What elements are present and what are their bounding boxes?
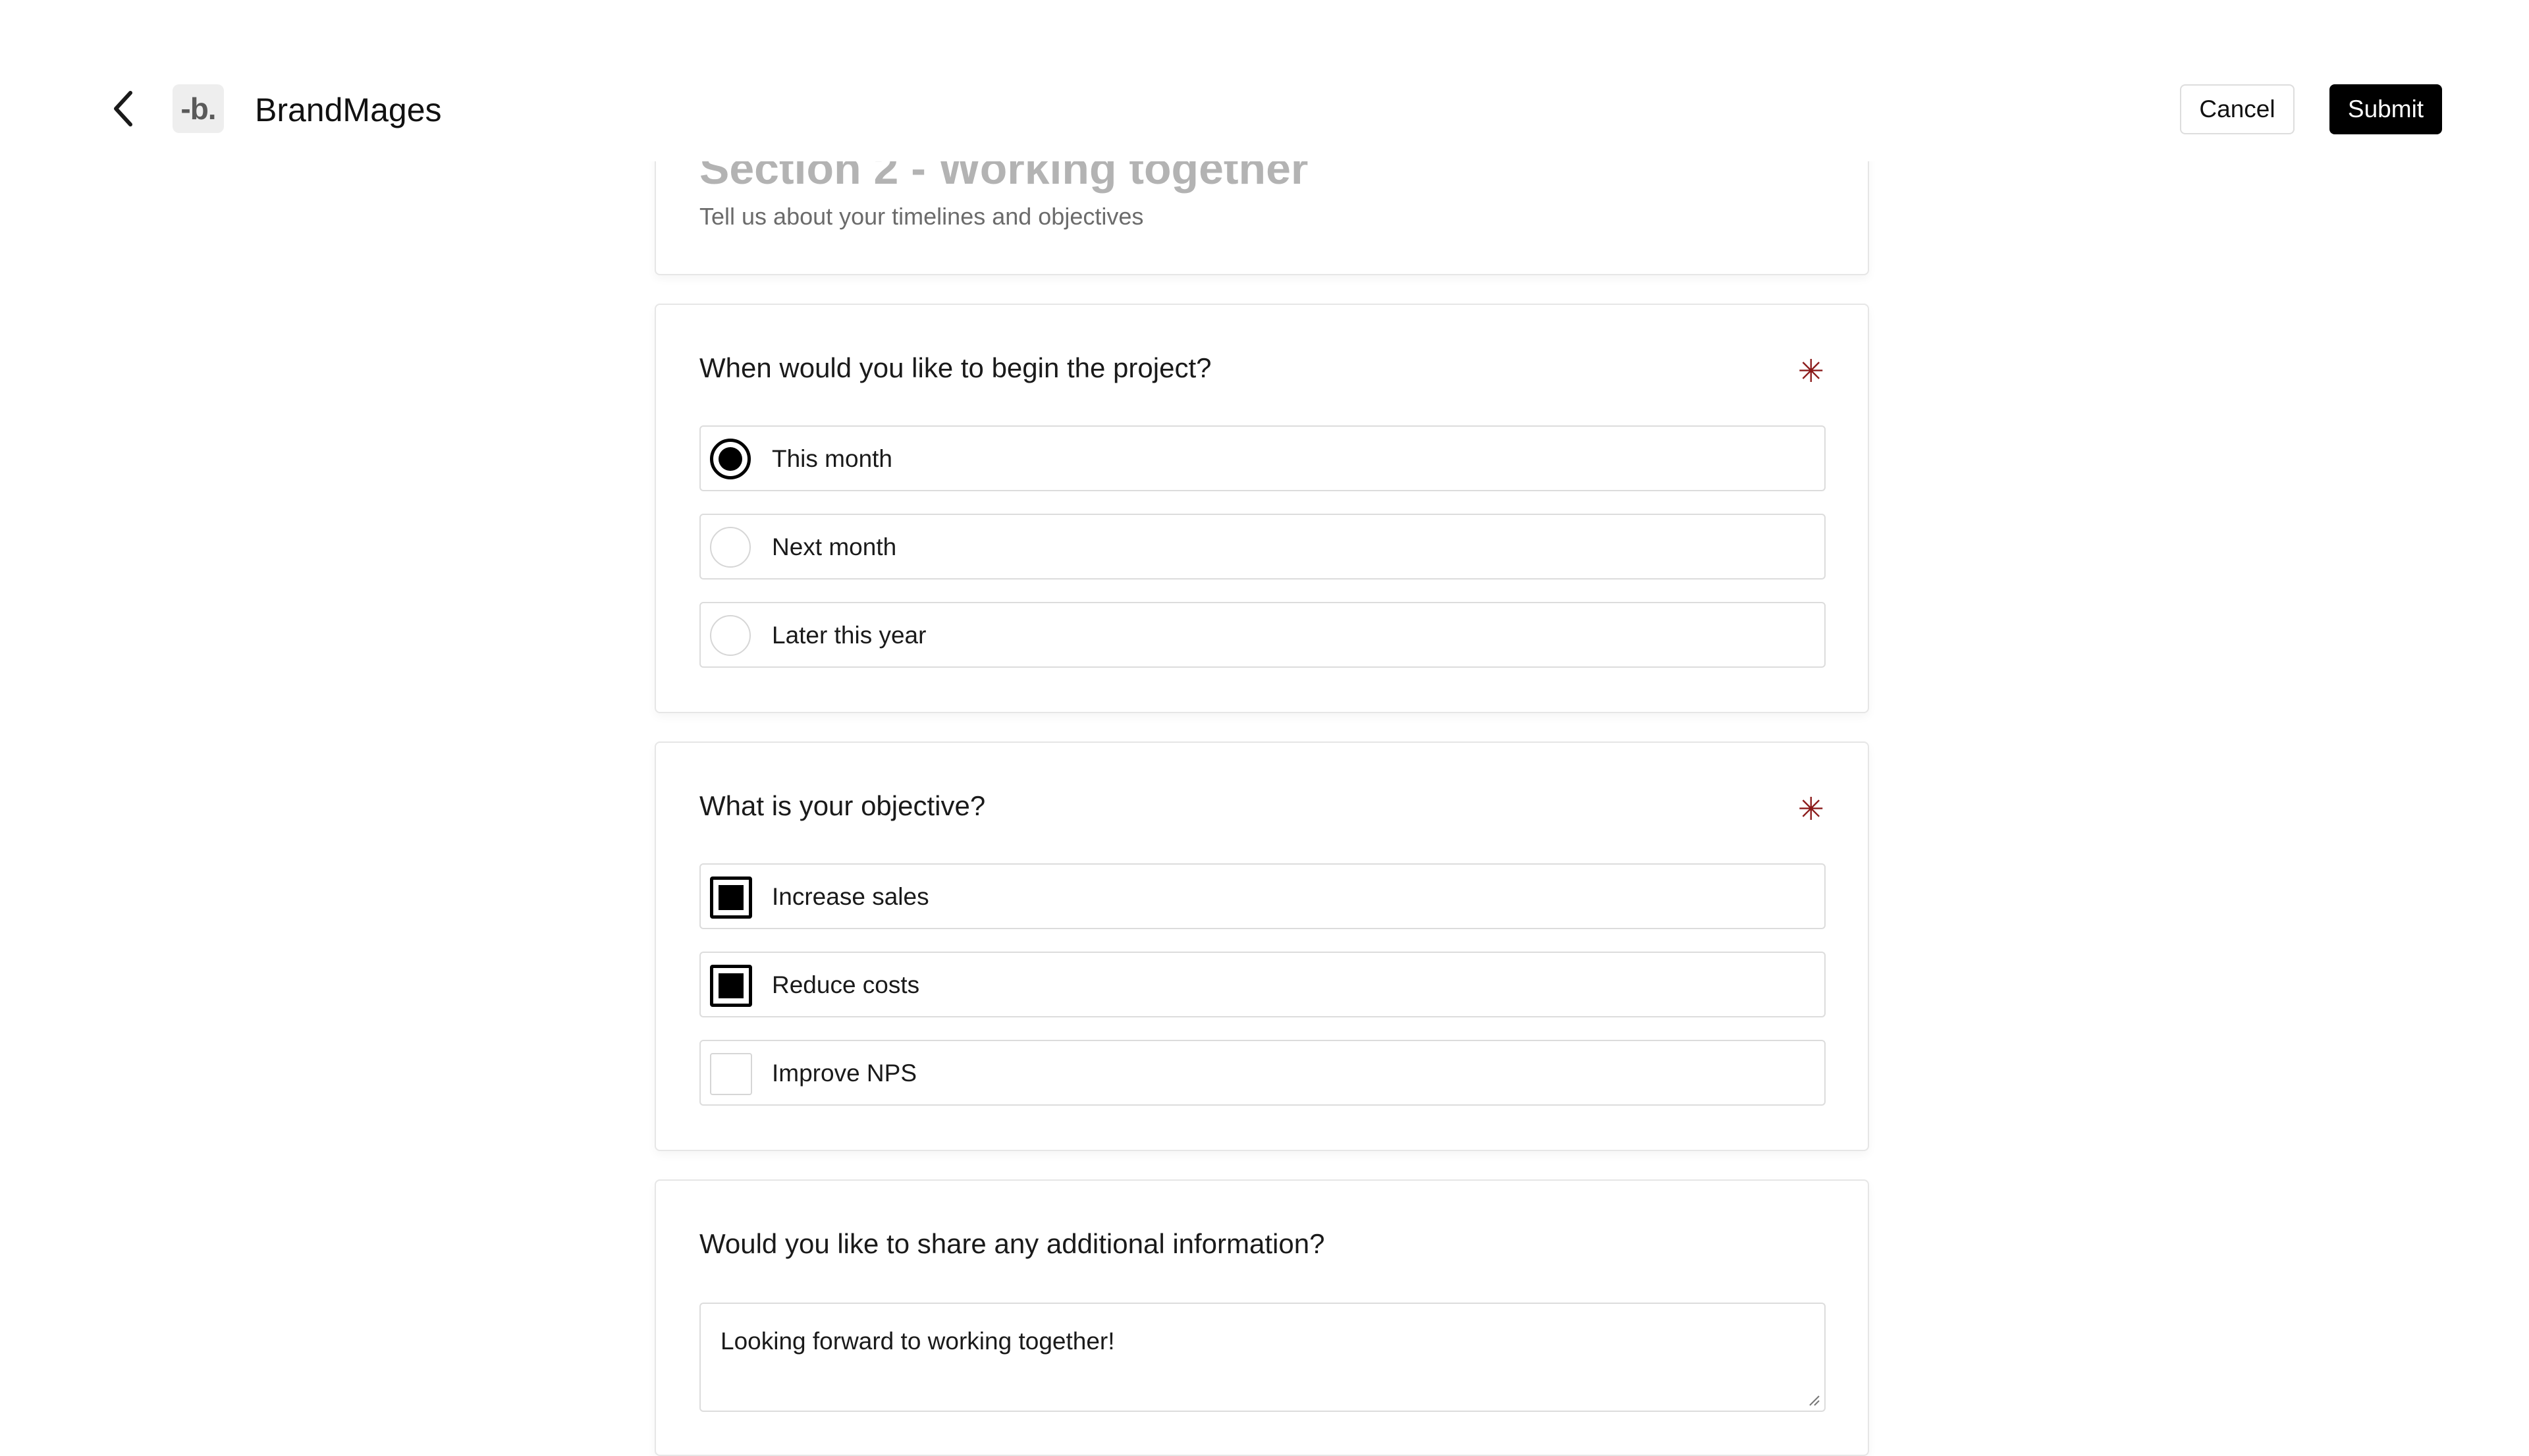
chevron-left-icon: [114, 91, 132, 126]
additional-info-textarea[interactable]: Looking forward to working together!: [699, 1303, 1826, 1412]
checkbox[interactable]: [710, 965, 752, 1007]
radio-button[interactable]: [710, 527, 751, 568]
radio-option-next-month[interactable]: Next month: [699, 514, 1826, 580]
question-title: What is your objective?: [699, 790, 986, 821]
asterisk-icon: ✳: [1797, 792, 1824, 827]
asterisk-icon: ✳: [1797, 354, 1824, 389]
checkbox-option-reduce-costs[interactable]: Reduce costs: [699, 952, 1826, 1017]
brand-name: BrandMages: [255, 92, 442, 128]
option-label: Increase sales: [772, 883, 929, 910]
option-label: Reduce costs: [772, 971, 920, 998]
option-label: This month: [772, 445, 893, 472]
question-card-additional-info: Would you like to share any additional i…: [655, 1179, 1869, 1456]
option-label: Improve NPS: [772, 1060, 917, 1087]
radio-button[interactable]: [710, 439, 751, 479]
checkbox-option-improve-nps[interactable]: Improve NPS: [699, 1040, 1826, 1106]
checkbox[interactable]: [710, 876, 752, 919]
section-subtitle: Tell us about your timelines and objecti…: [699, 203, 1144, 230]
question-title: Would you like to share any additional i…: [699, 1228, 1325, 1259]
cancel-button[interactable]: Cancel: [2180, 84, 2295, 134]
brand-logo: -b.: [173, 84, 224, 133]
radio-option-later-this-year[interactable]: Later this year: [699, 602, 1826, 668]
question-title: When would you like to begin the project…: [699, 352, 1212, 383]
checkbox[interactable]: [710, 1053, 752, 1095]
radio-button[interactable]: [710, 615, 751, 656]
question-card-objective: What is your objective? ✳ Increase sales…: [655, 741, 1869, 1151]
option-label: Next month: [772, 533, 897, 560]
radio-option-this-month[interactable]: This month: [699, 425, 1826, 491]
resize-handle-icon[interactable]: [1806, 1392, 1820, 1407]
top-bar: -b. BrandMages Cancel Submit: [0, 0, 2529, 161]
submit-button[interactable]: Submit: [2329, 84, 2442, 134]
question-card-start-date: When would you like to begin the project…: [655, 304, 1869, 713]
option-label: Later this year: [772, 622, 927, 649]
textarea-value: Looking forward to working together!: [721, 1328, 1115, 1355]
back-button[interactable]: [109, 89, 139, 128]
checkbox-option-increase-sales[interactable]: Increase sales: [699, 863, 1826, 929]
